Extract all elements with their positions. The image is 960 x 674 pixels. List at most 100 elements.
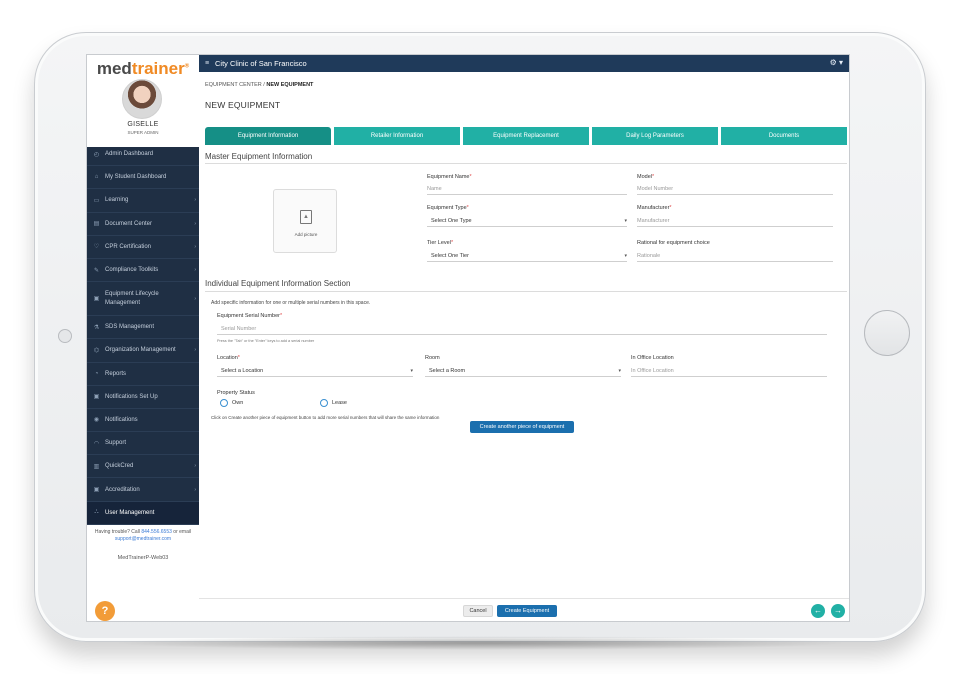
tablet-camera [58,329,72,343]
user-name: GISELLE [127,121,159,128]
sidebar-item-notifications[interactable]: ◉ Notifications [87,409,199,433]
chevron-down-icon: ▾ [618,368,621,374]
sidebar-item-label: Document Center [105,220,153,227]
breadcrumb-parent[interactable]: EQUIPMENT CENTER [205,82,262,88]
add-picture-label: Add picture [294,232,318,237]
sidebar-item-document-center[interactable]: ▤ Document Center › [87,213,199,236]
sidebar-item-label: Notifications Set Up [105,393,158,400]
tablet-home-button[interactable] [864,310,910,356]
book-icon: ▭ [93,197,100,204]
breadcrumb-separator: / [263,82,265,88]
sidebar-item-admin-dashboard[interactable]: ◴ Admin Dashboard [87,143,199,167]
headset-icon: ◠ [93,440,100,447]
quickcred-icon: ▥ [93,463,100,470]
tab-daily-log-parameters[interactable]: Daily Log Parameters [592,127,718,145]
sidebar-item-learning[interactable]: ▭ Learning › [87,189,199,213]
chevron-right-icon: › [194,486,196,493]
tab-documents[interactable]: Documents [721,127,847,145]
own-label: Own [232,400,244,406]
required-mark: * [450,240,454,246]
top-bar: ≡ City Clinic of San Francisco ⚙ ▾ [199,55,849,72]
manufacturer-label: Manufacturer* [637,205,672,211]
tab-equipment-replacement[interactable]: Equipment Replacement [463,127,589,145]
version-label: MedTrainerP-Web03 [117,555,169,561]
chevron-right-icon: › [194,347,196,354]
logo[interactable]: medtrainer® [87,59,199,79]
serial-number-input[interactable]: Serial Number [217,325,827,335]
tier-level-value: Select One Tier [431,253,469,259]
equipment-name-input[interactable]: Name [427,185,627,195]
image-icon: ▲ [300,210,312,224]
rational-input[interactable]: Rationale [637,252,833,262]
sidebar-item-sds-management[interactable]: ⚗ SDS Management [87,316,199,340]
organization-icon: ⌬ [93,347,100,354]
room-select[interactable]: Select a Room ▾ [425,367,621,377]
avatar[interactable] [122,79,162,119]
create-another-button[interactable]: Create another piece of equipment [470,421,574,433]
chevron-down-icon: ▾ [624,218,627,224]
user-role: SUPER ADMIN [127,130,159,135]
tier-level-select[interactable]: Select One Tier ▾ [427,252,627,262]
sidebar-item-reports[interactable]: ◔ Reports [87,363,199,386]
lease-label: Lease [332,400,347,406]
heart-icon: ♡ [93,244,100,251]
help-phone-link[interactable]: 844.556.6553 [141,529,172,535]
users-icon: ⛬ [94,509,99,516]
sidebar-item-organization-management[interactable]: ⌬ Organization Management › [87,339,199,363]
sidebar-item-label: Notifications [105,416,138,423]
tab-bar: Equipment Information Retailer Informatio… [205,127,847,145]
lease-radio[interactable] [320,399,328,407]
sidebar-item-compliance-toolkits[interactable]: ✎ Compliance Toolkits › [87,259,199,283]
chevron-down-icon: ▾ [410,368,413,374]
tier-level-label-text: Tier Level [427,240,451,246]
help-button[interactable]: ? [95,601,115,621]
location-label-text: Location [217,355,238,361]
sidebar-item-my-student-dashboard[interactable]: ⌂ My Student Dashboard [87,166,199,190]
office-location-input[interactable]: In Office Location [631,367,827,377]
create-equipment-button[interactable]: Create Equipment [497,605,557,617]
next-arrow-icon[interactable]: → [831,604,845,618]
sidebar-item-label: Organization Management [105,347,176,354]
sidebar-item-notifications-set-up[interactable]: ▣ Notifications Set Up [87,386,199,409]
menu-icon[interactable]: ≡ [199,60,215,67]
room-value: Select a Room [429,368,466,374]
add-picture-box[interactable]: ▲ Add picture [273,189,337,253]
sidebar-item-label: Reports [105,370,127,377]
help-or: or email [173,529,192,535]
serial-number-label-text: Equipment Serial Number [217,313,280,319]
required-mark: * [279,313,283,319]
sidebar-item-cpr-certification[interactable]: ♡ CPR Certification › [87,236,199,259]
sidebar-item-user-management[interactable]: ⛬ User Management [87,501,199,525]
model-input[interactable]: Model Number [637,185,833,195]
equipment-type-select[interactable]: Select One Type ▾ [427,217,627,227]
required-mark: * [651,174,655,180]
logo-text-primary: med [96,59,132,78]
equipment-type-label-text: Equipment Type [427,205,467,211]
required-mark: * [469,174,472,180]
sidebar-item-quickcred[interactable]: ▥ QuickCred › [87,455,199,479]
tool-icon: ✎ [93,267,100,274]
location-select[interactable]: Select a Location ▾ [217,367,413,377]
sidebar-item-support[interactable]: ◠ Support [87,432,199,456]
sidebar-item-equipment-lifecycle-management[interactable]: ▣ Equipment Lifecycle Management › [87,282,199,317]
chevron-right-icon: › [194,243,196,250]
manufacturer-input[interactable]: Manufacturer [637,217,833,227]
document-icon: ▤ [93,221,100,228]
logo-mark: ® [184,63,190,70]
own-radio[interactable] [220,399,228,407]
equipment-type-value: Select One Type [431,218,472,224]
cancel-button[interactable]: Cancel [463,605,493,617]
room-label: Room [425,355,440,361]
tab-equipment-information[interactable]: Equipment Information [205,127,331,145]
gear-icon[interactable]: ⚙ ▾ [830,58,843,67]
rational-label: Rational for equipment choice [637,240,710,246]
tab-retailer-information[interactable]: Retailer Information [334,127,460,145]
location-value: Select a Location [221,368,264,374]
previous-arrow-icon[interactable]: ← [811,604,825,618]
chevron-right-icon: › [194,295,196,302]
sidebar-item-accreditation[interactable]: ▣ Accreditation › [87,478,199,502]
tier-level-label: Tier Level* [427,240,453,246]
sidebar-item-label: User Management [105,509,155,516]
model-label-text: Model [637,174,652,180]
help-email-link[interactable]: support@medtrainer.com [115,536,171,542]
